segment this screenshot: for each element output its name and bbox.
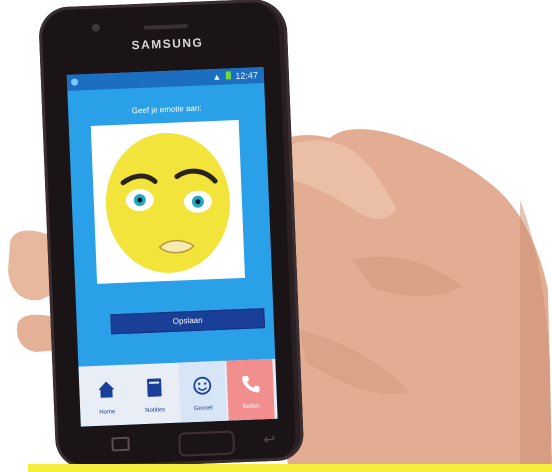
nav-label: Home	[99, 409, 116, 416]
back-key-icon[interactable]: ↩	[263, 431, 275, 448]
nav-label: Gevoel	[193, 405, 213, 413]
brand-logo: SAMSUNG	[131, 35, 204, 53]
phone-screen: ▲ 12:47 Geef je emotie aan: Opslaan Home…	[66, 66, 278, 427]
save-button[interactable]: Opslaan	[110, 308, 266, 335]
battery-icon	[225, 71, 231, 80]
home-icon	[98, 381, 115, 398]
nav-home[interactable]: Home	[82, 365, 130, 427]
phone-icon	[242, 375, 260, 393]
smartphone: SAMSUNG ▲ 12:47 Geef je emotie aan: Opsl…	[38, 0, 305, 470]
nav-bellen[interactable]: Bellen	[226, 358, 275, 421]
nav-notities[interactable]: Notities	[130, 363, 178, 425]
smiley-icon	[193, 376, 212, 395]
phone-body: SAMSUNG ▲ 12:47 Geef je emotie aan: Opsl…	[38, 0, 305, 470]
notebook-icon	[147, 378, 162, 397]
bottom-navigation: Home Notities Gevoel Bellen	[78, 358, 278, 427]
signal-icon: ▲	[212, 71, 222, 83]
nav-label: Notities	[145, 407, 166, 415]
emotion-face-panel[interactable]	[90, 120, 245, 284]
status-bar: ▲ 12:47	[66, 66, 265, 91]
home-key[interactable]	[178, 430, 236, 457]
nav-label: Bellen	[242, 403, 260, 411]
front-camera	[91, 23, 100, 32]
photo-scene: SAMSUNG ▲ 12:47 Geef je emotie aan: Opsl…	[0, 0, 552, 472]
yellow-strip	[28, 464, 552, 472]
status-time: 12:47	[235, 70, 259, 82]
nav-gevoel[interactable]: Gevoel	[178, 360, 227, 423]
menu-key[interactable]	[111, 436, 130, 452]
sad-face-illustration	[105, 132, 230, 273]
notification-icon	[70, 78, 79, 86]
status-icons: ▲ 12:47	[212, 70, 258, 82]
speaker-grille	[143, 24, 188, 30]
emotion-prompt: Geef je emotie aan:	[131, 103, 202, 116]
